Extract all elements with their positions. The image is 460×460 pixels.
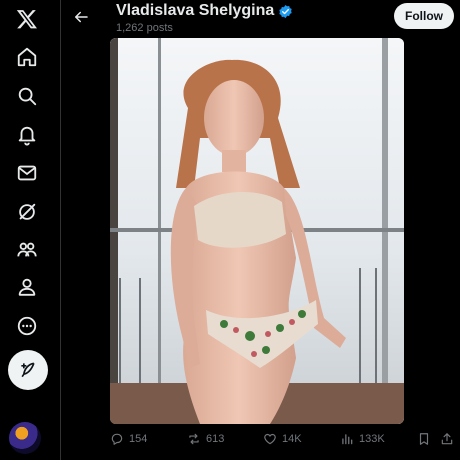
post-actions: 154 613 14K 133K — [0, 432, 460, 452]
sidebar — [0, 0, 56, 460]
account-name-row[interactable]: Vladislava Shelygina — [116, 2, 293, 20]
grok-icon[interactable] — [8, 193, 46, 231]
bookmark-icon — [419, 433, 429, 445]
repost-count: 613 — [206, 433, 225, 445]
bookmark-button[interactable] — [417, 432, 431, 446]
notifications-icon[interactable] — [8, 116, 46, 154]
profile-icon[interactable] — [8, 268, 46, 306]
views-button[interactable]: 133K — [340, 432, 385, 446]
back-arrow-icon[interactable] — [70, 6, 92, 28]
repost-button[interactable]: 613 — [187, 432, 224, 446]
reply-icon — [111, 433, 123, 445]
compose-icon — [21, 362, 35, 378]
follow-button[interactable]: Follow — [394, 3, 454, 29]
reply-button[interactable]: 154 — [110, 432, 147, 446]
like-icon — [264, 433, 276, 445]
messages-icon[interactable] — [8, 154, 46, 192]
views-count: 133K — [359, 433, 385, 445]
search-icon[interactable] — [8, 77, 46, 115]
home-icon[interactable] — [8, 38, 46, 76]
share-icon — [441, 433, 453, 445]
communities-icon[interactable] — [8, 231, 46, 269]
account-name: Vladislava Shelygina — [116, 2, 275, 19]
repost-icon — [189, 433, 199, 445]
verified-badge-icon — [279, 4, 292, 18]
more-icon[interactable] — [8, 307, 46, 345]
post-count: 1,262 posts — [116, 22, 173, 34]
like-button[interactable]: 14K — [263, 432, 302, 446]
reply-count: 154 — [129, 433, 148, 445]
x-logo-icon[interactable] — [8, 0, 46, 38]
like-count: 14K — [282, 433, 302, 445]
sidebar-divider — [60, 0, 61, 460]
post-photo[interactable] — [110, 38, 404, 424]
share-button[interactable] — [440, 432, 454, 446]
compose-button[interactable] — [8, 350, 48, 390]
views-icon — [342, 434, 353, 445]
